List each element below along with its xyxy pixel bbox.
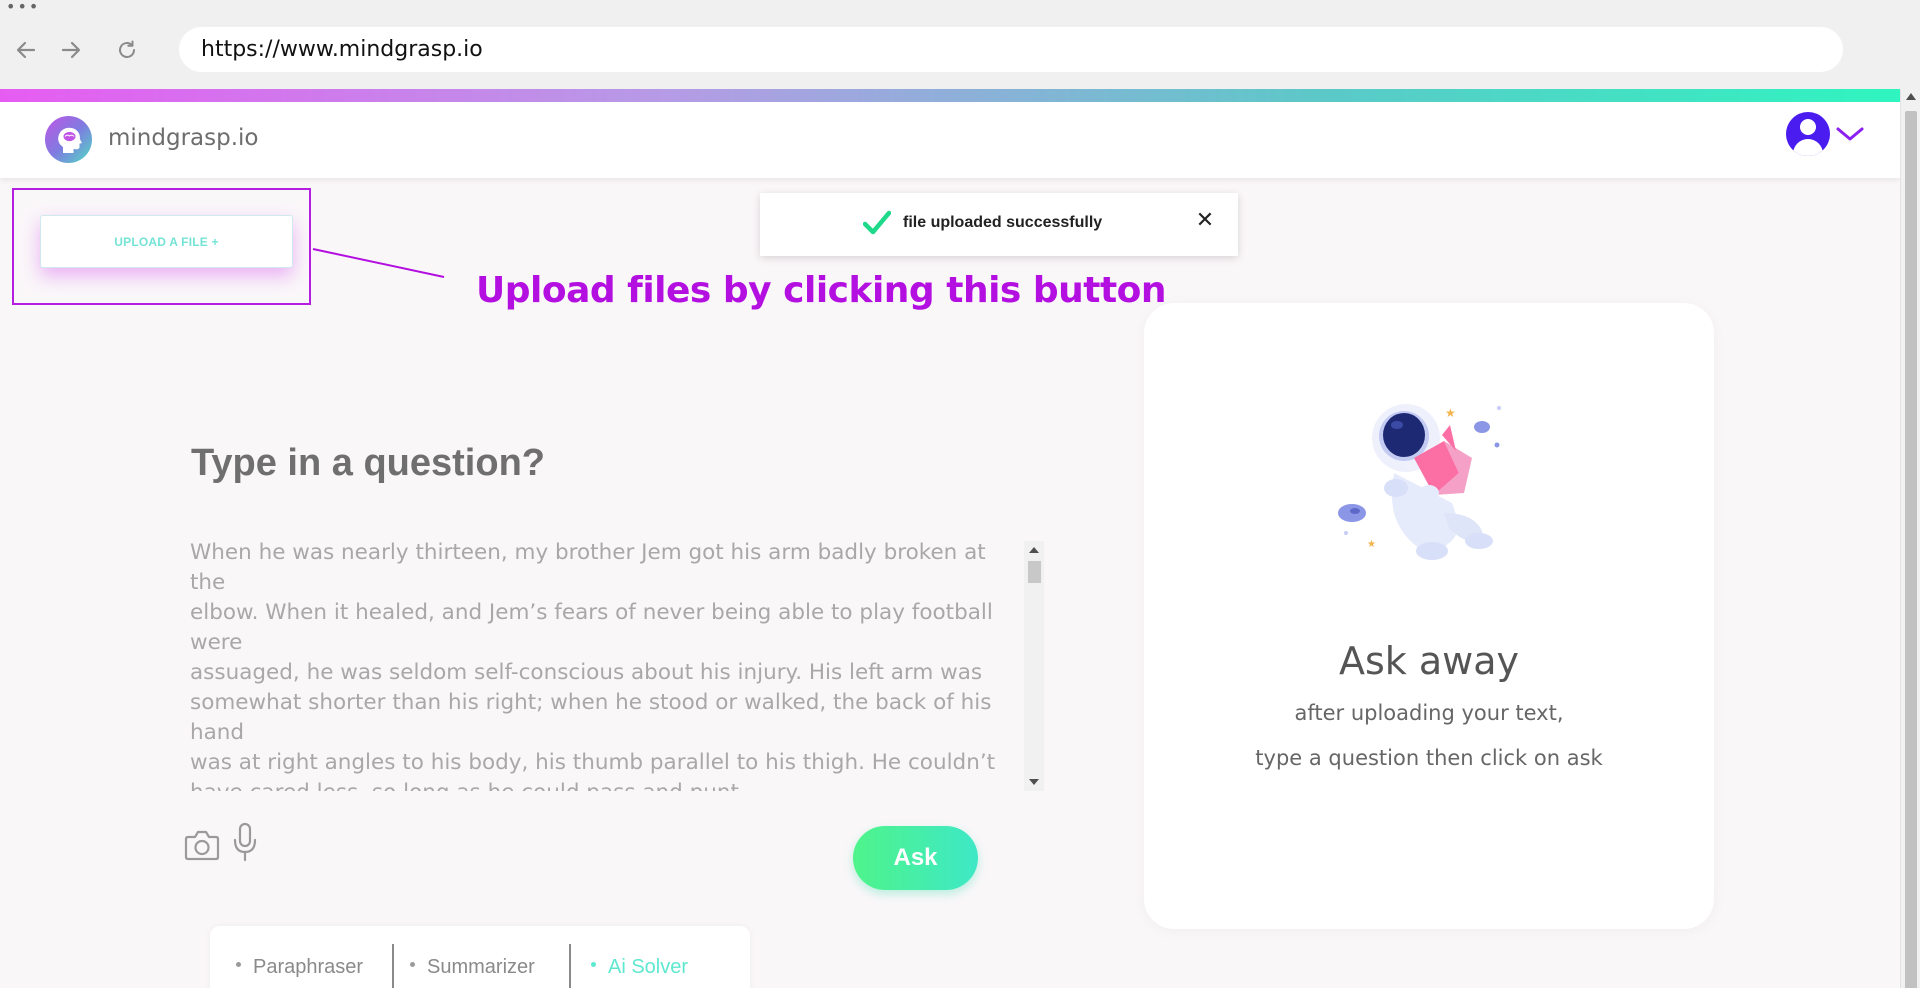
- gradient-strip: [0, 89, 1900, 102]
- brand-name[interactable]: mindgrasp.io: [108, 125, 258, 151]
- check-icon: [863, 210, 891, 235]
- back-arrow-icon[interactable]: [12, 36, 40, 64]
- window-dots-icon: •••: [6, 0, 41, 16]
- page: mindgrasp.io UPLOAD A FILE + Upload file…: [0, 102, 1900, 988]
- close-icon[interactable]: ✕: [1194, 210, 1216, 232]
- bullet-icon: [236, 962, 241, 968]
- textarea-line: the: [190, 570, 226, 595]
- bullet-icon: [591, 962, 596, 968]
- textarea-scroll-thumb[interactable]: [1028, 561, 1041, 583]
- tab-ai-solver[interactable]: Ai Solver: [591, 956, 688, 979]
- site-header: mindgrasp.io: [0, 102, 1900, 178]
- astronaut-illustration: ★ ★: [1338, 404, 1501, 560]
- chevron-down-icon[interactable]: [1835, 126, 1865, 142]
- upload-success-toast: file uploaded successfully ✕: [760, 193, 1238, 256]
- reload-icon[interactable]: [113, 36, 141, 64]
- camera-icon[interactable]: [184, 828, 220, 862]
- bullet-icon: [410, 962, 415, 968]
- forward-arrow-icon[interactable]: [57, 36, 85, 64]
- ask-away-card: ★ ★ Ask away after uploading your text, …: [1144, 303, 1714, 929]
- brain-logo-icon[interactable]: [45, 116, 92, 163]
- toast-message: file uploaded successfully: [903, 214, 1103, 231]
- card-subtitle-line2: type a question then click on ask: [1255, 746, 1603, 770]
- textarea-line: hand: [190, 720, 245, 745]
- card-title: Ask away: [1338, 639, 1520, 683]
- textarea-line: elbow. When it healed, and Jem’s fears o…: [190, 600, 993, 625]
- annotation-text: Upload files by clicking this button: [476, 270, 1167, 311]
- question-title: Type in a question?: [191, 442, 545, 484]
- tab-divider: [569, 944, 571, 988]
- textarea-line: was at right angles to his body, his thu…: [190, 750, 996, 775]
- user-icon[interactable]: [1786, 112, 1830, 156]
- question-textarea[interactable]: When he was nearly thirteen, my brother …: [190, 538, 1044, 791]
- ask-button[interactable]: Ask: [853, 826, 978, 890]
- microphone-icon[interactable]: [232, 822, 258, 862]
- svg-text:★: ★: [1445, 406, 1456, 420]
- card-subtitle-line1: after uploading your text,: [1294, 701, 1564, 725]
- address-bar[interactable]: https://www.mindgrasp.io: [179, 27, 1843, 72]
- textarea-line: have cared less, so long as he could pas…: [190, 778, 1044, 791]
- scroll-thumb[interactable]: [1905, 111, 1917, 988]
- url-text: https://www.mindgrasp.io: [201, 37, 483, 62]
- textarea-line: somewhat shorter than his right; when he…: [190, 690, 992, 715]
- textarea-scroll-up-icon[interactable]: [1029, 547, 1039, 553]
- scroll-up-icon[interactable]: [1906, 93, 1916, 100]
- browser-chrome: ••• https://www.mindgrasp.io: [0, 0, 1920, 89]
- svg-text:★: ★: [1367, 539, 1376, 550]
- tab-summarizer[interactable]: Summarizer: [410, 956, 535, 979]
- textarea-line: were: [190, 630, 243, 655]
- tab-paraphraser[interactable]: Paraphraser: [236, 956, 363, 979]
- tab-divider: [392, 944, 394, 988]
- textarea-line: When he was nearly thirteen, my brother …: [190, 540, 986, 565]
- textarea-scrollbar[interactable]: [1024, 541, 1044, 791]
- textarea-line: assuaged, he was seldom self-conscious a…: [190, 660, 983, 685]
- textarea-scroll-down-icon[interactable]: [1029, 779, 1039, 785]
- page-scrollbar[interactable]: [1900, 89, 1920, 988]
- tools-tabs: Paraphraser Summarizer Ai Solver: [210, 926, 750, 988]
- upload-file-button[interactable]: UPLOAD A FILE +: [40, 215, 293, 268]
